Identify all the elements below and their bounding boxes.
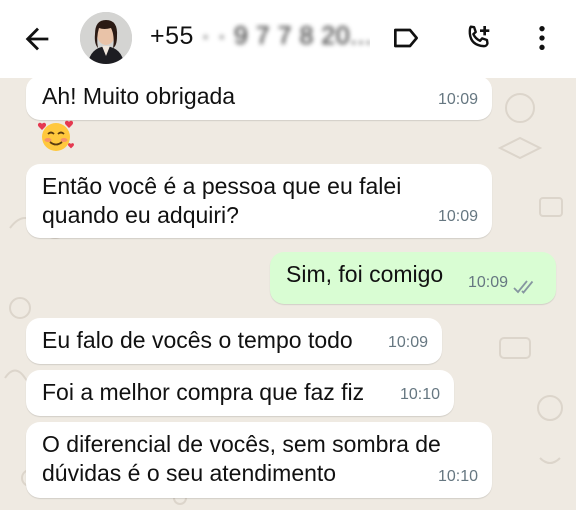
double-check-read-icon (513, 280, 534, 294)
message-time: 10:10 (399, 386, 440, 403)
message-text: Ah! Muito obrigada (42, 83, 236, 109)
message-bubble-in[interactable]: Ah! Muito obrigada 10:09 (26, 76, 492, 120)
message-bubble-in[interactable]: O diferencial de vocês, sem sombra de dú… (26, 422, 492, 498)
chat-header: +55 · · 9 7 7 8 20... (0, 0, 576, 78)
message-bubble-out[interactable]: Sim, foi comigo 10:09 (270, 252, 556, 304)
message-emoji[interactable] (36, 118, 76, 154)
smiling-face-with-hearts-icon (37, 120, 74, 151)
message-text: Foi a melhor compra que faz fiz (42, 379, 365, 405)
message-bubble-in[interactable]: Eu falo de vocês o tempo todo 10:09 (26, 318, 442, 364)
add-call-icon[interactable] (462, 22, 494, 54)
label-icon[interactable] (390, 22, 422, 54)
message-time: 10:09 (437, 91, 478, 108)
message-bubble-in[interactable]: Foi a melhor compra que faz fiz 10:10 (26, 370, 454, 416)
message-time: 10:09 (437, 208, 478, 225)
message-time: 10:09 (387, 334, 428, 351)
contact-name[interactable]: +55 · · 9 7 7 8 20... (150, 22, 370, 51)
more-vert-icon[interactable] (526, 22, 558, 54)
arrow-left-icon[interactable] (20, 22, 54, 56)
message-text: O diferencial de vocês, sem sombra de dú… (42, 431, 441, 486)
message-time: 10:09 (467, 274, 508, 291)
avatar[interactable] (80, 12, 132, 64)
message-time: 10:10 (437, 468, 478, 485)
message-bubble-in[interactable]: Então você é a pessoa que eu falei quand… (26, 164, 492, 238)
message-text: Então você é a pessoa que eu falei quand… (42, 173, 402, 228)
message-text: Eu falo de vocês o tempo todo (42, 327, 353, 353)
